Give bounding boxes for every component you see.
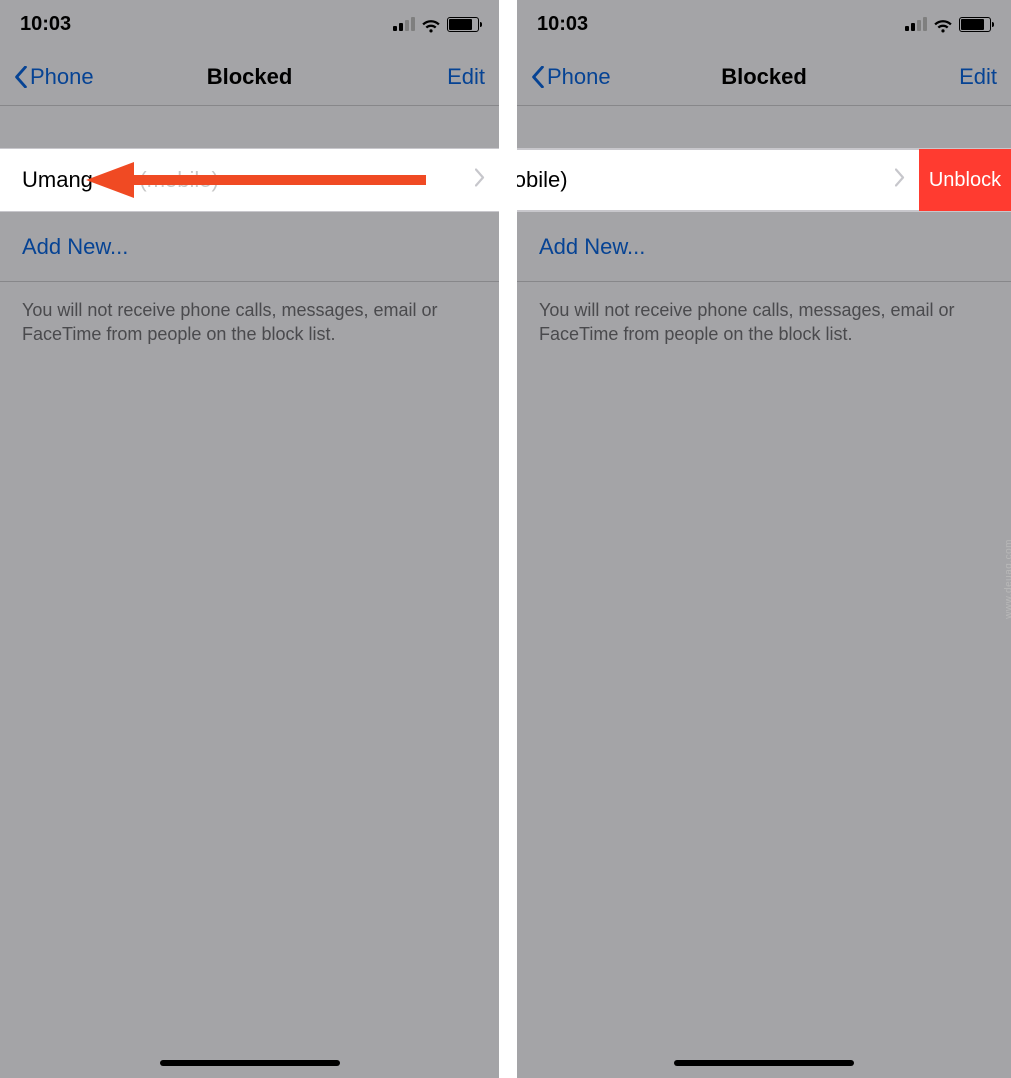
footer-description: You will not receive phone calls, messag… — [0, 282, 499, 363]
add-new-label: Add New... — [22, 234, 128, 260]
status-time: 10:03 — [537, 13, 588, 36]
add-new-row[interactable]: Add New... — [517, 212, 1011, 282]
nav-bar: Phone Blocked Edit — [0, 48, 499, 106]
blocked-contact-row[interactable]: Umang iG3 (mobile) — [0, 148, 499, 212]
page-title: Blocked — [721, 64, 807, 90]
contact-name: Umang iG3 (mobile) — [0, 167, 219, 193]
back-button[interactable]: Phone — [14, 64, 94, 90]
chevron-left-icon — [14, 66, 28, 88]
blocked-contact-row-swiped[interactable]: g iGB (mobile) Unblock — [517, 148, 1011, 212]
watermark-text: www.deuaq.com — [1004, 539, 1011, 619]
edit-button[interactable]: Edit — [959, 64, 997, 90]
status-icons — [905, 17, 991, 32]
back-label: Phone — [30, 64, 94, 90]
footer-description: You will not receive phone calls, messag… — [517, 282, 1011, 363]
add-new-label: Add New... — [539, 234, 645, 260]
status-bar: 10:03 — [517, 0, 1011, 48]
nav-bar: Phone Blocked Edit — [517, 48, 1011, 106]
unblock-button[interactable]: Unblock — [919, 149, 1011, 211]
wifi-icon — [933, 17, 953, 32]
chevron-right-icon — [475, 169, 485, 192]
chevron-left-icon — [531, 66, 545, 88]
screenshot-right: 10:03 Phone Blocked Edit g iGB (mobile) — [517, 0, 1011, 1078]
screenshot-left: 10:03 Phone Blocked Edit Umang iG3 (mobi… — [0, 0, 499, 1078]
contact-name: g iGB (mobile) — [517, 167, 568, 193]
status-icons — [393, 17, 479, 32]
status-bar: 10:03 — [0, 0, 499, 48]
add-new-row[interactable]: Add New... — [0, 212, 499, 282]
home-indicator[interactable] — [674, 1060, 854, 1066]
page-title: Blocked — [207, 64, 293, 90]
back-label: Phone — [547, 64, 611, 90]
chevron-right-icon — [895, 169, 905, 192]
battery-icon — [959, 17, 991, 32]
edit-button[interactable]: Edit — [447, 64, 485, 90]
back-button[interactable]: Phone — [531, 64, 611, 90]
wifi-icon — [421, 17, 441, 32]
cellular-signal-icon — [393, 17, 415, 31]
home-indicator[interactable] — [160, 1060, 340, 1066]
cellular-signal-icon — [905, 17, 927, 31]
battery-icon — [447, 17, 479, 32]
status-time: 10:03 — [20, 13, 71, 36]
